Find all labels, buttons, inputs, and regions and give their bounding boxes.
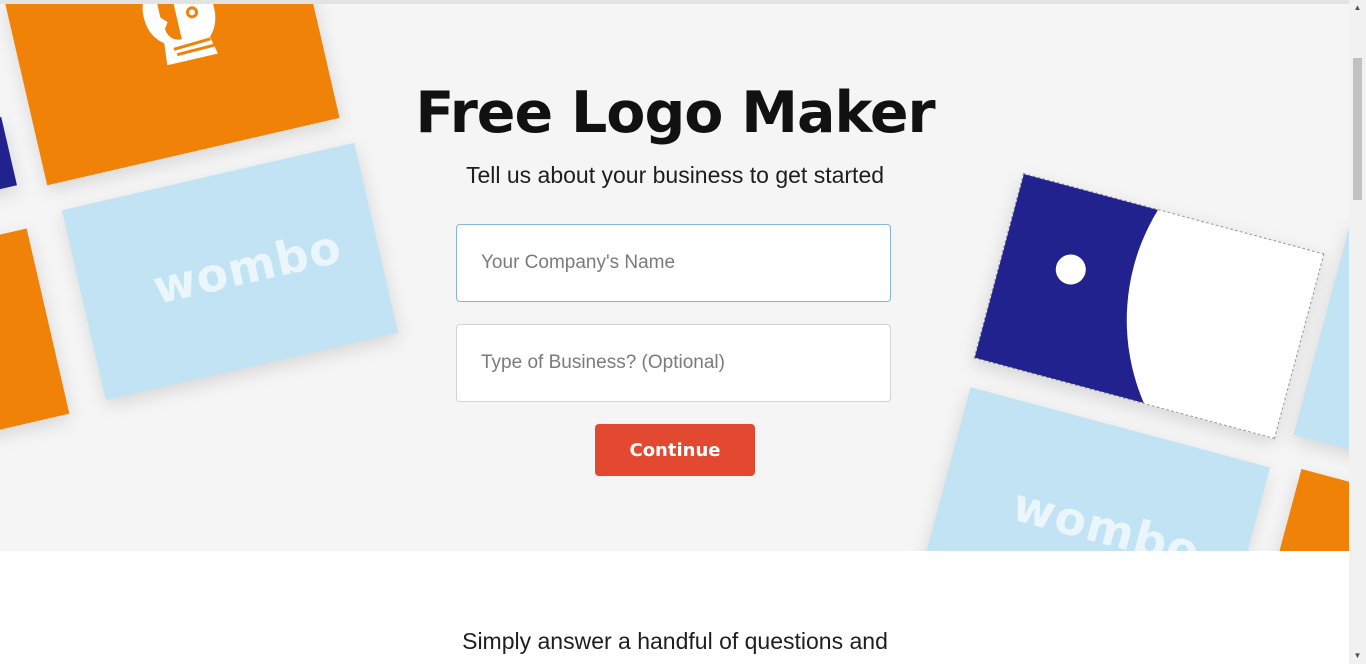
scrollbar-thumb[interactable] <box>1353 58 1362 200</box>
decor-card-flower <box>973 172 1325 440</box>
flower-logo-icon <box>1021 216 1126 323</box>
page-subtitle: Tell us about your business to get start… <box>465 162 885 188</box>
business-type-input[interactable] <box>456 324 891 402</box>
decor-card-wombo-text: wombo <box>147 219 347 315</box>
page-title: Free Logo Maker <box>415 80 935 146</box>
astronaut-logo-icon <box>142 4 218 66</box>
scroll-up-icon[interactable]: ▲ <box>1349 0 1366 16</box>
decor-card-orange-left-bottom <box>0 228 70 450</box>
decor-card-orange-right-bottom <box>1272 469 1350 551</box>
vertical-scrollbar[interactable]: ▲ ▼ <box>1349 0 1366 664</box>
decor-card-wombo-text-right: wombo <box>1006 477 1206 551</box>
scroll-down-icon[interactable]: ▼ <box>1349 648 1366 664</box>
company-name-input[interactable] <box>456 224 891 302</box>
continue-button[interactable]: Continue <box>595 424 755 476</box>
intro-text: Simply answer a handful of questions and <box>462 628 888 654</box>
